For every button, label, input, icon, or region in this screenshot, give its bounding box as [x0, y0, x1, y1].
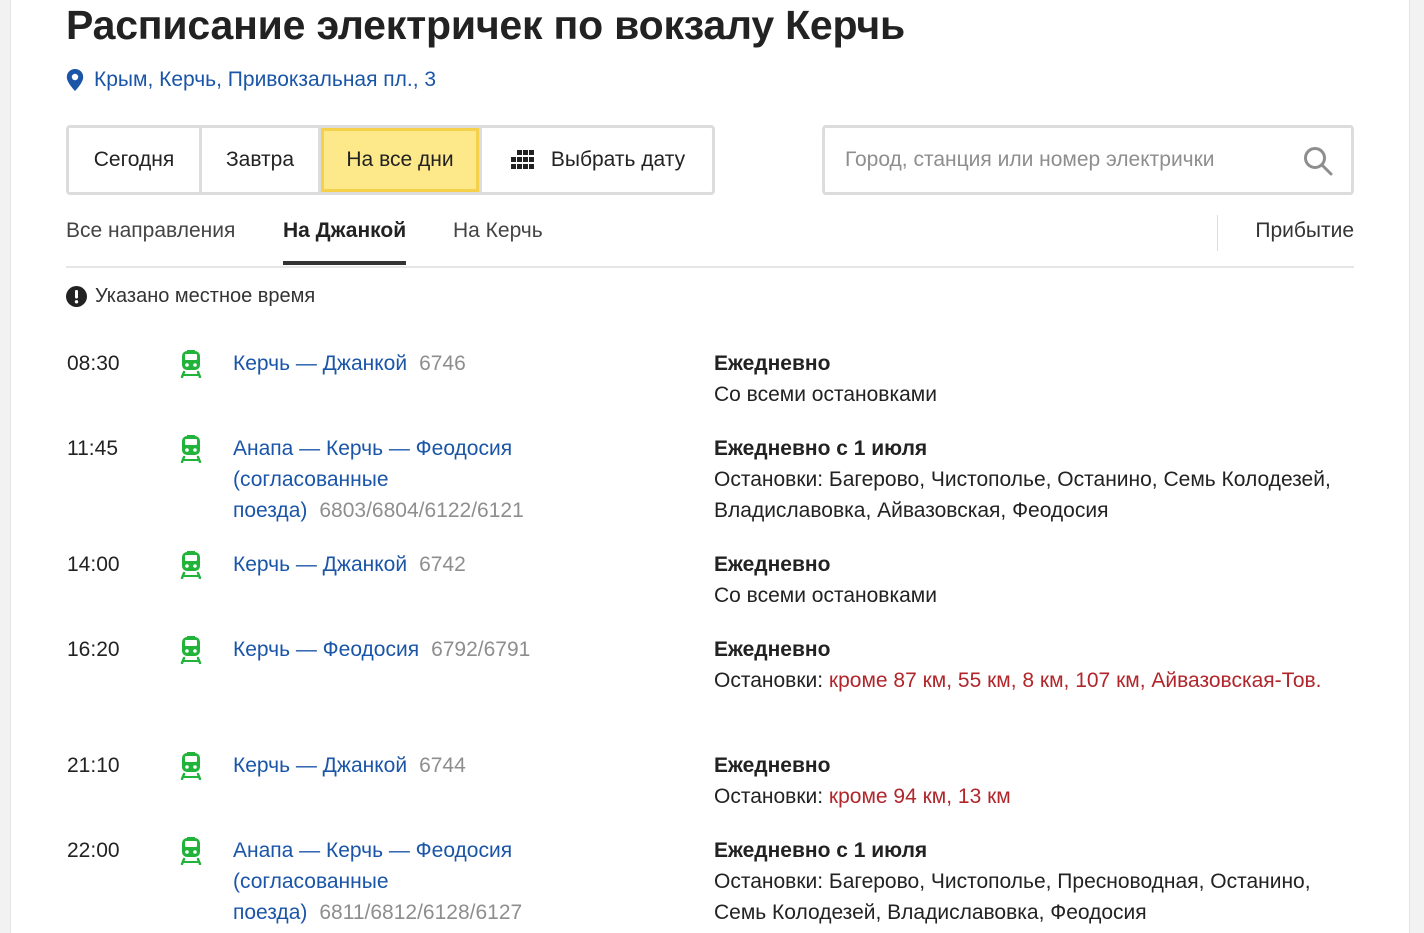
train-route: Керчь — Джанкой 6744: [233, 750, 593, 781]
route-link[interactable]: Керчь — Джанкой: [233, 352, 407, 375]
tab-to-kerch[interactable]: На Керчь: [453, 219, 543, 263]
train-number: 6803/6804/6122/6121: [319, 499, 524, 522]
stops-prefix: Остановки:: [714, 785, 829, 808]
all-days-button[interactable]: На все дни: [321, 128, 482, 192]
train-number: 6744: [419, 754, 466, 777]
today-button[interactable]: Сегодня: [69, 128, 202, 192]
stops-exceptions: кроме 87 км, 55 км, 8 км, 107 км, Айвазо…: [828, 669, 1322, 692]
train-number: 6746: [419, 352, 466, 375]
train-icon: [180, 752, 202, 780]
train-info: Ежедневно Со всеми остановками: [714, 348, 1344, 410]
page-title: Расписание электричек по вокзалу Керчь: [66, 2, 905, 48]
route-link[interactable]: Керчь — Джанкой: [233, 553, 407, 576]
train-info: Ежедневно с 1 июля Остановки: Багерово, …: [714, 433, 1344, 526]
stops-exceptions: кроме 94 км, 13 км: [828, 785, 1011, 808]
departure-time: 22:00: [67, 839, 120, 862]
train-route: Анапа — Керчь — Феодосия (согласованные …: [233, 835, 573, 928]
departure-time: 21:10: [67, 754, 120, 777]
train-info: Ежедневно с 1 июля Остановки: Багерово, …: [714, 835, 1314, 928]
pick-date-button[interactable]: Выбрать дату: [482, 128, 712, 192]
departure-time: 14:00: [67, 553, 120, 576]
stops-text: Со всеми остановками: [714, 584, 937, 607]
tab-all-directions[interactable]: Все направления: [66, 219, 235, 263]
run-days: Ежедневно: [714, 754, 831, 777]
tab-divider: [1217, 215, 1218, 251]
route-link[interactable]: Керчь — Джанкой: [233, 754, 407, 777]
station-address[interactable]: Крым, Керчь, Привокзальная пл., 3: [66, 68, 436, 92]
train-icon: [180, 636, 202, 664]
departure-time: 08:30: [67, 352, 120, 375]
departure-time: 16:20: [67, 638, 120, 661]
train-route: Керчь — Джанкой 6746: [233, 348, 593, 379]
train-icon: [180, 837, 202, 865]
train-number: 6811/6812/6128/6127: [319, 901, 523, 924]
train-icon: [180, 435, 202, 463]
search-box: [822, 125, 1354, 195]
train-number: 6792/6791: [431, 638, 531, 661]
route-link[interactable]: Керчь — Феодосия: [233, 638, 419, 661]
local-time-notice: Указано местное время: [66, 285, 315, 308]
tab-to-dzhankoy[interactable]: На Джанкой: [283, 219, 407, 265]
schedule-card: Расписание электричек по вокзалу Керчь К…: [10, 0, 1410, 933]
arrival-toggle[interactable]: Прибытие: [1255, 219, 1354, 243]
day-switch: Сегодня Завтра На все дни Выбрать дату: [66, 125, 715, 195]
train-number: 6742: [419, 553, 466, 576]
run-days: Ежедневно: [714, 553, 831, 576]
direction-tabs: Все направления На Джанкой На Керчь Приб…: [66, 205, 1354, 268]
location-pin-icon: [66, 69, 84, 91]
address-text[interactable]: Крым, Керчь, Привокзальная пл., 3: [94, 68, 436, 92]
train-route: Анапа — Керчь — Феодосия (согласованные …: [233, 433, 573, 526]
notice-text: Указано местное время: [95, 285, 316, 307]
run-days: Ежедневно с 1 июля: [714, 437, 928, 460]
stops-prefix: Остановки:: [714, 669, 829, 692]
train-info: Ежедневно Со всеми остановками: [714, 549, 1344, 611]
run-days: Ежедневно с 1 июля: [714, 839, 928, 862]
run-days: Ежедневно: [714, 638, 831, 661]
train-info: Ежедневно Остановки: кроме 87 км, 55 км,…: [714, 634, 1344, 696]
pick-date-label: Выбрать дату: [550, 148, 686, 171]
calendar-grid-icon: [510, 150, 534, 169]
train-info: Ежедневно Остановки: кроме 94 км, 13 км: [714, 750, 1344, 812]
train-route: Керчь — Феодосия 6792/6791: [233, 634, 593, 665]
train-icon: [180, 350, 202, 378]
tomorrow-button[interactable]: Завтра: [202, 128, 321, 192]
train-route: Керчь — Джанкой 6742: [233, 549, 593, 580]
search-icon[interactable]: [1303, 146, 1333, 176]
run-days: Ежедневно: [714, 352, 831, 375]
stops-text: Со всеми остановками: [714, 383, 937, 406]
stops-text: Остановки: Багерово, Чистополье, Преснов…: [714, 870, 1311, 924]
train-icon: [180, 551, 202, 579]
search-input[interactable]: [845, 128, 1285, 192]
departure-time: 11:45: [67, 437, 118, 460]
exclamation-icon: [66, 286, 87, 307]
stops-text: Остановки: Багерово, Чистополье, Останин…: [714, 468, 1331, 522]
